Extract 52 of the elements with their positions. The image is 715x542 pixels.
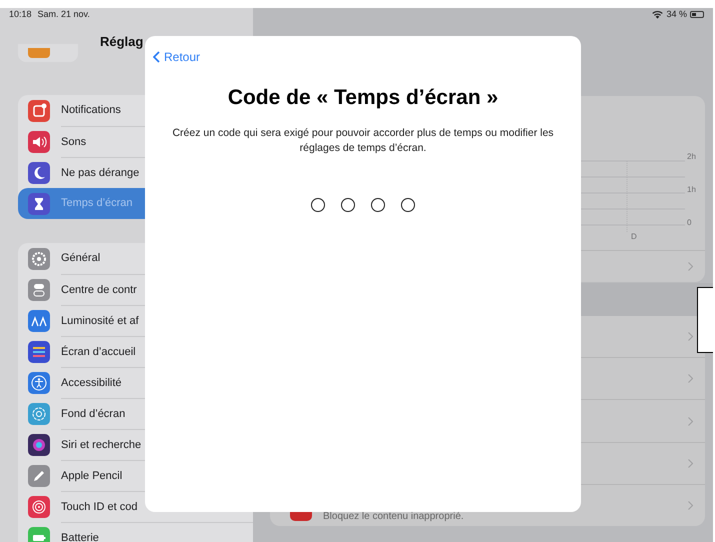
chevron-icon — [688, 500, 693, 510]
item-label: Luminosité et af — [61, 314, 139, 329]
item-label: Siri et recherche — [61, 438, 142, 453]
text-size-icon — [28, 310, 50, 332]
flower-icon — [28, 402, 50, 424]
sidebar-item[interactable]: Batterie — [18, 522, 253, 542]
item-label: Général — [61, 251, 100, 266]
back-button[interactable]: Retour — [153, 48, 200, 66]
sheet-title: Code de « Temps d’écran » — [228, 85, 498, 111]
accessibility-icon — [28, 372, 50, 394]
chevron-icon — [688, 458, 693, 468]
app-icon — [290, 511, 312, 522]
speaker-icon — [28, 130, 50, 152]
item-label: Écran d’accueil — [61, 344, 136, 360]
item-label: Notifications — [61, 103, 121, 118]
status-date: Sam. 21 nov. — [38, 8, 90, 21]
chevron-icon — [688, 262, 693, 271]
axis-label: 1h — [687, 184, 696, 196]
chevron-icon — [688, 332, 693, 342]
chevron-left-icon — [153, 51, 160, 63]
overlay-panel — [697, 287, 713, 353]
day-label: D — [631, 231, 637, 243]
chevron-icon — [688, 416, 693, 426]
item-label: Apple Pencil — [61, 468, 122, 484]
axis-label: 0 — [687, 217, 692, 229]
notification-icon — [28, 100, 50, 122]
axis-label: 2h — [687, 151, 696, 163]
fingerprint-icon — [28, 496, 50, 518]
app-grid-icon — [28, 340, 50, 362]
item-label: Temps d’écran — [61, 196, 133, 212]
item-label: Batterie — [61, 530, 99, 542]
status-time: 10:18 — [9, 8, 32, 21]
item-label: Ne pas dérange — [61, 166, 140, 181]
item-label: Fond d’écran — [61, 406, 126, 422]
wifi-icon — [652, 10, 664, 19]
item-label: Sons — [61, 134, 86, 150]
pencil-icon — [28, 464, 50, 486]
battery-icon — [690, 11, 704, 18]
sheet-message: Créez un code qui sera exigé pour pouvoir accorder plus de temps ou modifier les réglages de temps d’écran. — [171, 126, 555, 156]
chevron-icon — [688, 374, 693, 384]
orb-icon — [28, 434, 50, 456]
hourglass-icon — [28, 192, 50, 214]
switches-icon — [28, 278, 50, 300]
battery-icon — [28, 526, 50, 542]
item-label: Touch ID et cod — [61, 500, 138, 515]
item-label: Centre de contr — [61, 282, 137, 298]
moon-icon — [28, 162, 50, 184]
gear-icon — [28, 248, 50, 270]
item-label: Accessibilité — [61, 376, 122, 391]
row-subtitle: Bloquez le contenu inapproprié. — [323, 510, 464, 522]
sidebar-title: Réglag — [100, 33, 144, 51]
battery-percent: 34 % — [666, 8, 687, 21]
